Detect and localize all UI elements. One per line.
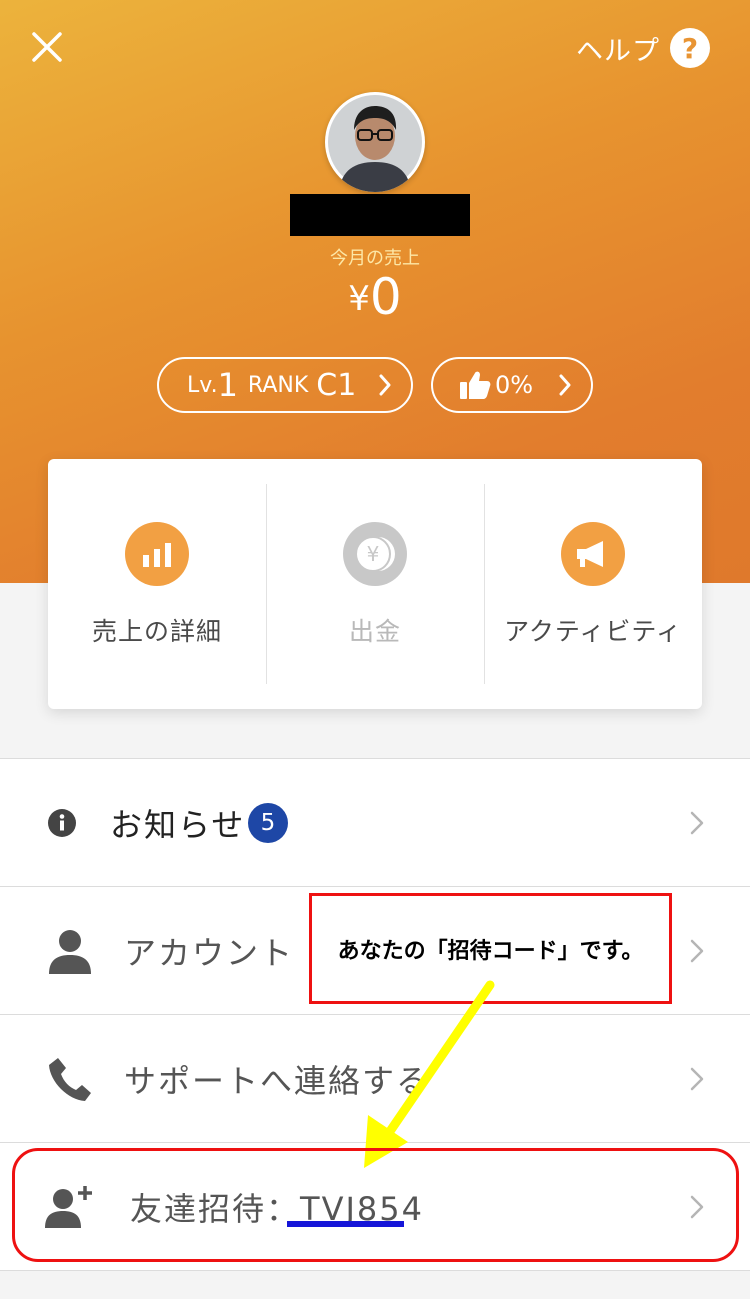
level-prefix: Lv. — [187, 372, 218, 398]
activity-button[interactable]: アクティビティ — [484, 459, 702, 709]
close-icon[interactable] — [26, 26, 68, 68]
sales-value: 0 — [369, 268, 402, 326]
sales-details-button[interactable]: 売上の詳細 — [48, 459, 266, 709]
sales-details-label: 売上の詳細 — [91, 617, 222, 646]
currency-symbol: ¥ — [348, 279, 370, 319]
activity-label: アクティビティ — [504, 617, 682, 646]
annotation-underline — [287, 1221, 404, 1227]
chevron-right-icon — [379, 374, 391, 396]
redacted-username — [290, 194, 470, 236]
question-icon: ? — [670, 28, 710, 68]
rating-value: 0% — [495, 371, 534, 399]
menu-item-label: アカウント — [124, 933, 295, 972]
avatar[interactable] — [325, 92, 425, 192]
menu-item-notices[interactable]: お知らせ 5 — [0, 758, 750, 886]
yen-coin-icon: ¥ — [343, 522, 407, 586]
phone-icon — [44, 1053, 96, 1105]
chevron-right-icon — [690, 939, 704, 962]
chevron-right-icon — [690, 1067, 704, 1090]
chevron-right-icon — [690, 811, 704, 834]
svg-text:¥: ¥ — [367, 542, 380, 566]
annotation-arrow — [364, 980, 495, 1168]
quick-actions-card: 売上の詳細 ¥ 出金 アクティビティ — [48, 459, 702, 709]
thumbs-up-icon — [460, 371, 491, 399]
chevron-right-icon — [559, 374, 571, 396]
withdraw-button[interactable]: ¥ 出金 — [266, 459, 484, 709]
bar-chart-icon — [125, 522, 189, 586]
info-icon — [44, 797, 80, 849]
rating-button[interactable]: 0% — [431, 357, 593, 413]
help-label: ヘルプ — [576, 35, 660, 67]
menu-item-label: お知らせ — [110, 805, 246, 844]
withdraw-label: 出金 — [348, 617, 401, 646]
annotation-highlight-ring — [12, 1148, 739, 1262]
rank-value: C1 — [316, 367, 357, 403]
person-icon — [44, 925, 96, 977]
rank-prefix: RANK — [247, 372, 309, 398]
megaphone-icon — [561, 522, 625, 586]
help-button[interactable]: ヘルプ ? — [576, 28, 710, 68]
monthly-sales-amount: ¥0 — [0, 268, 750, 326]
rank-button[interactable]: Lv. 1 RANK C1 — [157, 357, 413, 413]
level-value: 1 — [217, 366, 238, 404]
notice-count-badge: 5 — [248, 802, 288, 843]
monthly-sales-label: 今月の売上 — [330, 248, 420, 269]
